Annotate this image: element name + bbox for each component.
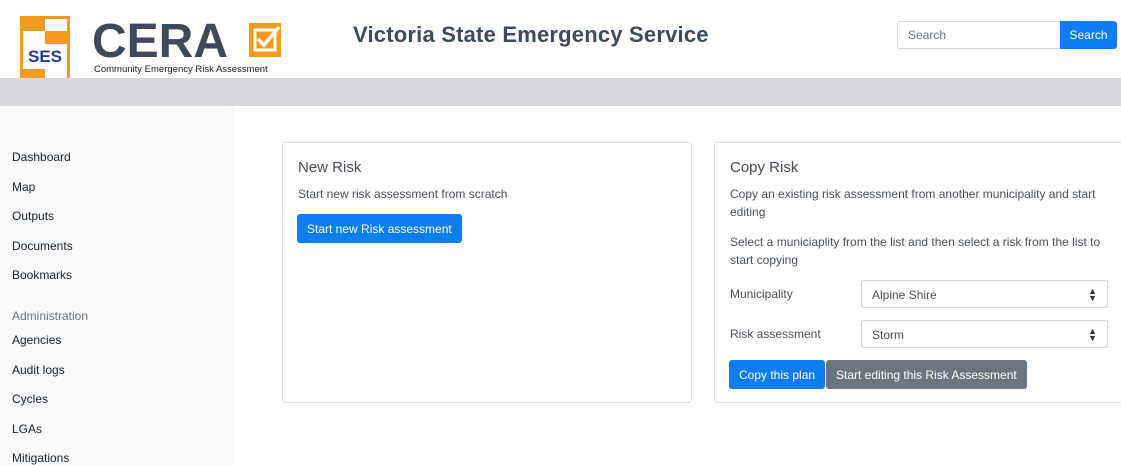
checkbox-tick-icon xyxy=(249,23,281,57)
search-input[interactable] xyxy=(897,21,1061,49)
sidebar-item-mitigations[interactable]: Mitigations xyxy=(12,451,69,465)
municipality-label: Municipality xyxy=(730,287,793,301)
site-header: SES CERA Community Emergency Risk Assess… xyxy=(0,0,1121,94)
risk-assessment-label: Risk assessment xyxy=(730,327,821,341)
copy-risk-title: Copy Risk xyxy=(730,159,799,176)
copy-risk-card: Copy Risk Copy an existing risk assessme… xyxy=(714,142,1121,403)
municipality-select-value: Alpine Shire xyxy=(872,288,937,302)
sidebar-item-audit-logs[interactable]: Audit logs xyxy=(12,363,65,377)
cera-tagline: Community Emergency Risk Assessment xyxy=(94,64,268,74)
municipality-select[interactable]: Alpine Shire ▲ ▼ xyxy=(861,280,1108,308)
copy-risk-instruction-line2: start copying xyxy=(730,253,799,267)
cera-logo-text: CERA xyxy=(92,16,228,68)
start-new-risk-button[interactable]: Start new Risk assessment xyxy=(297,214,462,243)
sidebar-item-cycles[interactable]: Cycles xyxy=(12,392,48,406)
search-button[interactable]: Search xyxy=(1060,21,1117,49)
new-risk-card: New Risk Start new risk assessment from … xyxy=(282,142,692,403)
new-risk-description: Start new risk assessment from scratch xyxy=(298,187,508,201)
copy-risk-description-line2: editing xyxy=(730,205,766,219)
page-title: Victoria State Emergency Service xyxy=(353,22,709,47)
chevron-updown-icon: ▲ ▼ xyxy=(1088,286,1097,303)
sidebar-item-bookmarks[interactable]: Bookmarks xyxy=(12,268,72,282)
sidebar-item-documents[interactable]: Documents xyxy=(12,239,73,253)
copy-risk-instruction-line1: Select a municiaplity from the list and … xyxy=(730,235,1101,249)
sidebar-heading-administration: Administration xyxy=(12,309,89,323)
sidebar-item-agencies[interactable]: Agencies xyxy=(12,333,61,347)
sidebar-item-lgas[interactable]: LGAs xyxy=(12,422,42,436)
copy-this-plan-button[interactable]: Copy this plan xyxy=(729,360,826,389)
risk-assessment-select[interactable]: Storm ▲ ▼ xyxy=(861,320,1108,348)
sidebar-item-map[interactable]: Map xyxy=(12,180,35,194)
header-divider-bar xyxy=(0,78,1121,106)
risk-assessment-select-value: Storm xyxy=(872,328,905,342)
chevron-updown-icon: ▲ ▼ xyxy=(1088,326,1097,343)
sidebar: Dashboard Map Outputs Documents Bookmark… xyxy=(0,106,235,465)
new-risk-title: New Risk xyxy=(298,159,362,176)
sidebar-item-outputs[interactable]: Outputs xyxy=(12,209,54,223)
ses-logo-text: SES xyxy=(28,47,62,66)
start-editing-risk-assessment-button[interactable]: Start editing this Risk Assessment xyxy=(826,360,1027,389)
cera-logo[interactable]: CERA Community Emergency Risk Assessment xyxy=(92,16,288,74)
copy-risk-description-line1: Copy an existing risk assessment from an… xyxy=(730,187,1096,201)
sidebar-item-dashboard[interactable]: Dashboard xyxy=(12,150,71,164)
